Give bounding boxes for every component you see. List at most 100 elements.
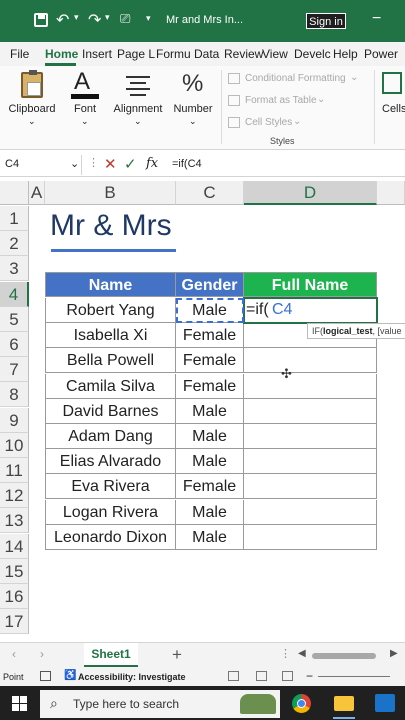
cell-name[interactable]: Camila Silva <box>45 373 176 399</box>
column-header-d[interactable]: D <box>244 181 377 205</box>
cell-name[interactable]: Robert Yang <box>45 298 176 323</box>
name-box[interactable]: C4 ⌄ <box>0 155 82 175</box>
row-header[interactable]: 2 <box>0 231 29 257</box>
clipboard-group[interactable]: Clipboard ⌄ <box>4 70 60 126</box>
cell-name[interactable]: Adam Dang <box>45 424 176 449</box>
cell-name[interactable]: Logan Rivera <box>45 499 176 525</box>
cell-full-name[interactable] <box>244 499 377 525</box>
row-header[interactable]: 10 <box>0 432 29 458</box>
insert-function-icon[interactable]: fx <box>146 156 158 171</box>
minimize-icon[interactable]: − <box>372 10 381 28</box>
row-header[interactable]: 16 <box>0 584 29 609</box>
cell-name[interactable]: Elias Alvarado <box>45 449 176 475</box>
function-tooltip[interactable]: IF(logical_test, [value <box>307 323 405 339</box>
zoom-out-icon[interactable]: − <box>306 669 313 683</box>
tab-review[interactable]: Review <box>224 47 263 61</box>
horizontal-scrollbar[interactable] <box>312 653 376 659</box>
formula-input[interactable]: =if(C4 <box>172 158 402 170</box>
scroll-right-icon[interactable]: ▶ <box>390 648 398 659</box>
font-group[interactable]: A Font ⌄ <box>62 68 108 126</box>
cell-full-name[interactable] <box>244 524 377 550</box>
column-header-b[interactable]: B <box>45 181 176 205</box>
tab-file[interactable]: File <box>10 47 29 61</box>
sheet-tab-sheet1[interactable]: Sheet1 <box>84 643 138 667</box>
row-header[interactable]: 15 <box>0 558 29 584</box>
save-icon[interactable] <box>34 13 48 27</box>
accessibility-status[interactable]: Accessibility: Investigate <box>78 672 186 682</box>
scroll-left-icon[interactable]: ◀ <box>298 648 306 659</box>
cell-full-name[interactable] <box>244 449 377 475</box>
windows-start-icon[interactable] <box>12 696 28 712</box>
row-header[interactable]: 6 <box>0 332 29 357</box>
cell-gender[interactable]: Female <box>176 373 244 399</box>
active-cell-d4[interactable]: =if( C4 <box>243 297 378 324</box>
page-break-view-icon[interactable] <box>282 671 293 681</box>
tab-developer[interactable]: Develc <box>294 47 331 61</box>
header-gender[interactable]: Gender <box>176 272 244 297</box>
taskbar-search-box[interactable]: ⌕ Type here to search <box>40 690 280 718</box>
cancel-icon[interactable]: ✕ <box>104 155 117 173</box>
cell-full-name[interactable] <box>244 398 377 424</box>
select-all-corner[interactable] <box>0 181 29 205</box>
tab-view[interactable]: View <box>262 47 288 61</box>
cell-gender[interactable]: Male <box>176 524 244 550</box>
cells-group[interactable]: Cells <box>380 70 405 126</box>
redo-icon[interactable]: ↷ <box>88 10 101 30</box>
next-sheet-icon[interactable]: › <box>40 647 44 661</box>
cell-name[interactable]: Isabella Xi <box>45 323 176 349</box>
row-header[interactable]: 13 <box>0 508 29 534</box>
row-header[interactable]: 17 <box>0 609 29 635</box>
macro-record-icon[interactable] <box>40 671 51 681</box>
format-as-table-button[interactable]: Format as Table ⌄ <box>228 94 368 108</box>
cell-gender[interactable]: Female <box>176 323 244 349</box>
row-header[interactable]: 12 <box>0 483 29 509</box>
row-header[interactable]: 14 <box>0 533 29 559</box>
tab-page-layout[interactable]: Page L <box>117 47 155 61</box>
tab-data[interactable]: Data <box>194 47 219 61</box>
more-tabs-icon[interactable]: ⋮ <box>280 647 291 660</box>
sign-in-button[interactable]: Sign in <box>306 13 346 29</box>
tab-power[interactable]: Power <box>364 47 398 61</box>
cell-styles-button[interactable]: Cell Styles ⌄ <box>228 116 368 130</box>
cell-name[interactable]: David Barnes <box>45 398 176 424</box>
cell-gender[interactable]: Female <box>176 348 244 374</box>
cell-full-name[interactable] <box>244 348 377 374</box>
row-header[interactable]: 1 <box>0 206 29 231</box>
column-header-a[interactable]: A <box>29 181 45 205</box>
page-layout-view-icon[interactable] <box>256 671 267 681</box>
undo-icon[interactable]: ↶ <box>56 10 69 30</box>
alignment-group[interactable]: Alignment ⌄ <box>110 70 166 126</box>
customize-toolbar-icon[interactable]: ▾ <box>146 13 151 24</box>
cell-name[interactable]: Bella Powell <box>45 348 176 374</box>
cell-full-name[interactable] <box>244 373 377 399</box>
redo-dropdown-icon[interactable]: ▾ <box>105 12 110 23</box>
row-header[interactable]: 4 <box>0 281 29 307</box>
row-header[interactable]: 3 <box>0 256 29 282</box>
row-header[interactable]: 5 <box>0 306 29 332</box>
file-explorer-icon[interactable] <box>334 696 354 711</box>
tab-formulas[interactable]: Formu <box>156 47 191 61</box>
column-header-e[interactable] <box>377 181 405 205</box>
row-header[interactable]: 7 <box>0 357 29 383</box>
header-full-name[interactable]: Full Name <box>244 272 377 297</box>
cell-full-name[interactable] <box>244 424 377 449</box>
conditional-formatting-button[interactable]: Conditional Formatting ⌄ <box>228 72 368 86</box>
add-sheet-icon[interactable]: + <box>172 645 182 665</box>
chrome-icon[interactable] <box>292 694 311 713</box>
cell-gender[interactable]: Male <box>176 424 244 449</box>
photos-icon[interactable] <box>375 694 395 712</box>
header-name[interactable]: Name <box>45 272 176 297</box>
zoom-slider[interactable] <box>318 676 390 677</box>
normal-view-icon[interactable] <box>228 671 239 681</box>
touch-mode-icon[interactable]: ⎚ <box>120 11 130 27</box>
cell-gender[interactable]: Male <box>176 398 244 424</box>
enter-icon[interactable]: ✓ <box>124 155 137 173</box>
chevron-down-icon[interactable]: ⌄ <box>70 157 79 170</box>
tab-help[interactable]: Help <box>333 47 358 61</box>
cell-name[interactable]: Leonardo Dixon <box>45 524 176 550</box>
cell-name[interactable]: Eva Rivera <box>45 474 176 500</box>
cell-gender[interactable]: Male <box>176 499 244 525</box>
cell-gender[interactable]: Female <box>176 474 244 500</box>
row-header[interactable]: 9 <box>0 407 29 433</box>
tab-home[interactable]: Home <box>45 47 78 61</box>
